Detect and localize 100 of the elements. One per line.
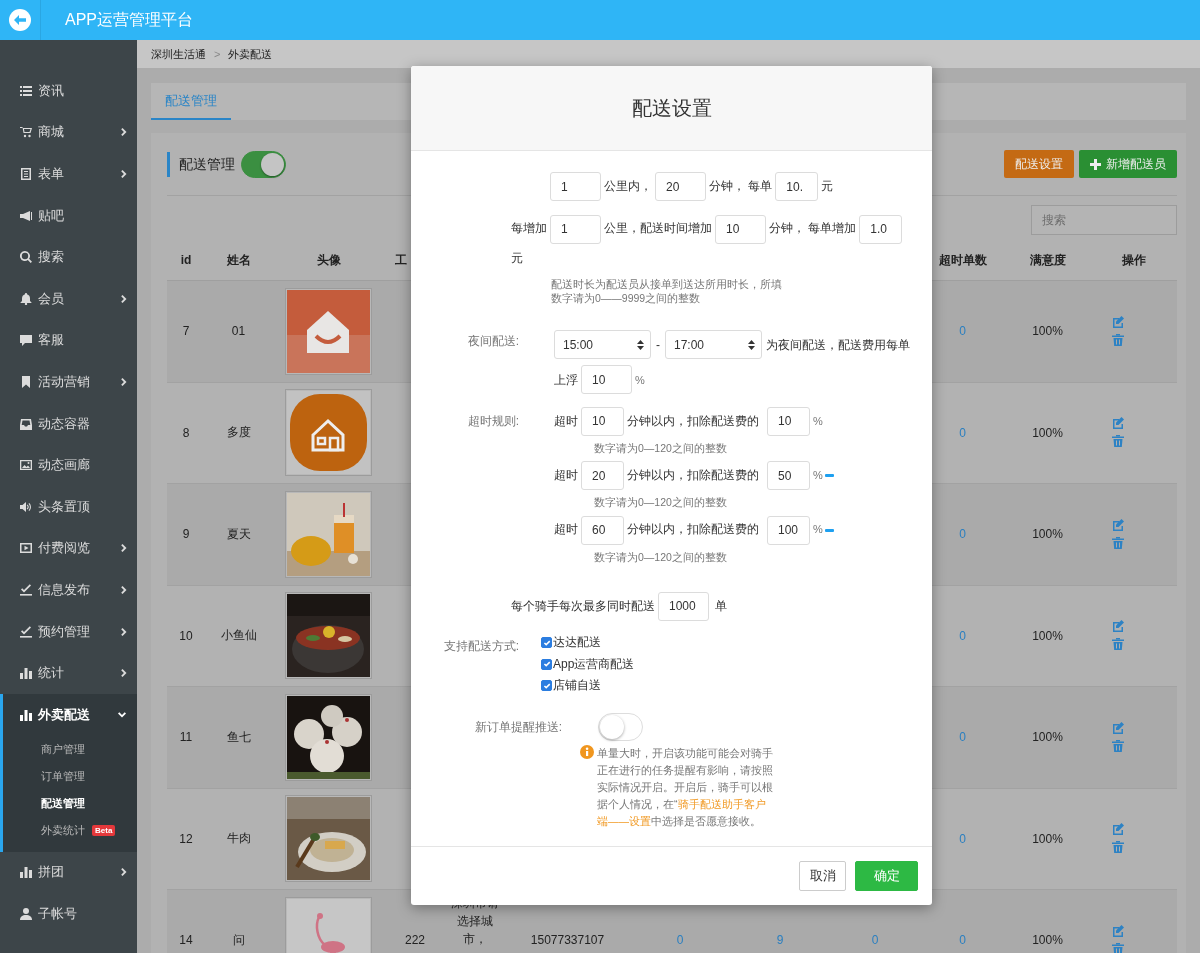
bar-chart-icon <box>20 708 32 721</box>
trash-icon[interactable] <box>1112 739 1124 753</box>
sidebar-item[interactable]: 付费阅览 <box>0 527 137 570</box>
image-icon <box>20 459 32 472</box>
sidebar-item[interactable]: 外卖配送 <box>3 693 137 736</box>
table-cell-text: 9 <box>181 527 191 542</box>
hint-text: 数字请为0—120之间的整数 <box>594 549 728 564</box>
column-header: 头像 <box>315 251 342 269</box>
checkbox[interactable] <box>541 637 552 649</box>
table-cell-text: 0 <box>675 933 685 948</box>
form-text: 每个骑手每次最多同时配送 <box>511 598 655 613</box>
settings-button[interactable]: 配送设置 <box>1004 150 1074 178</box>
trash-icon[interactable] <box>1112 841 1124 855</box>
hint-text: 数字请为0—120之间的整数 <box>594 440 728 455</box>
column-header: 姓名 <box>225 251 252 269</box>
sidebar-item[interactable]: 头条置顶 <box>0 485 137 528</box>
number-field[interactable]: 10 <box>581 406 624 436</box>
add-button[interactable]: 新增配送员 <box>1079 150 1177 178</box>
sidebar-subitem[interactable]: 外卖统计 Beta <box>3 816 137 844</box>
trash-icon[interactable] <box>1112 435 1124 449</box>
trash-icon[interactable] <box>1112 638 1124 652</box>
toggle-switch[interactable] <box>241 150 286 178</box>
minus-icon[interactable] <box>824 528 834 532</box>
number-field[interactable]: 10 <box>767 406 810 436</box>
sidebar-subitem[interactable]: 订单管理 <box>3 762 137 790</box>
check-icon <box>542 638 551 647</box>
sidebar-item[interactable]: 统计 <box>0 652 137 694</box>
notice-text: 单量大时，开启该功能可能会对骑手正在进行的任务提醒有影响，请按照实际情况开启。开启后，骑手可以根据个人情况，在“骑手配送助手客户端——设置中选择是否愿意接收。 <box>597 746 774 830</box>
table-cell-text: 牛肉 <box>225 830 252 848</box>
table-cell-text: 问 <box>231 931 246 949</box>
form-label: 支持配送方式: <box>442 637 519 655</box>
bar-chart-icon <box>20 667 32 680</box>
minus-icon[interactable] <box>824 474 834 478</box>
number-field[interactable]: 1 <box>550 214 601 244</box>
number-field[interactable]: 20 <box>655 172 706 202</box>
sidebar-item[interactable]: 资讯 <box>0 70 137 112</box>
form-text: 公里，配送时间增加 <box>604 221 712 236</box>
number-field[interactable]: 1.0 <box>859 214 903 244</box>
number-field[interactable]: 10 <box>581 365 632 395</box>
table-cell-text: 01 <box>230 324 247 339</box>
edit-icon[interactable] <box>1112 417 1124 430</box>
checkbox[interactable] <box>541 680 552 692</box>
edit-icon[interactable] <box>1112 620 1124 633</box>
edit-icon[interactable] <box>1112 315 1124 328</box>
number-field[interactable]: 1 <box>550 172 601 202</box>
form-text: 单 <box>715 598 727 613</box>
sidebar-item[interactable]: 信息发布 <box>0 569 137 611</box>
sidebar-item[interactable]: 动态画廊 <box>0 444 137 486</box>
edit-icon[interactable] <box>1112 518 1124 531</box>
sidebar-item[interactable]: 预约管理 <box>0 610 137 653</box>
checkbox[interactable] <box>541 658 552 670</box>
sidebar-item[interactable]: 客服 <box>0 319 137 362</box>
table-cell-text: 222 <box>404 933 426 948</box>
panel-title: 配送管理 <box>167 151 235 177</box>
time-select[interactable]: 15:00 <box>554 330 651 360</box>
hint-text: 配送时长为配送员从接单到送达所用时长，所填数字请为0——9999之间的整数 <box>551 277 783 305</box>
sidebar-item[interactable]: 贴吧 <box>0 194 137 237</box>
trash-icon[interactable] <box>1112 942 1124 953</box>
edit-icon[interactable] <box>1112 823 1124 836</box>
sidebar-subitem[interactable]: 配送管理 <box>3 789 137 817</box>
trash-icon[interactable] <box>1112 536 1124 550</box>
app-title: APP运营管理平台 <box>65 9 193 30</box>
search-icon <box>20 251 32 264</box>
table-cell-text: 11 <box>178 730 194 745</box>
sidebar-item[interactable]: 子帐号 <box>0 893 137 935</box>
sidebar-item[interactable]: 商城 <box>0 111 137 154</box>
breadcrumb-link[interactable]: 深圳生活通 <box>151 46 206 62</box>
breadcrumb-separator: > <box>214 48 221 60</box>
number-field[interactable]: 100 <box>767 515 810 545</box>
number-field[interactable]: 60 <box>581 515 624 545</box>
form-text: 分钟， 每单 <box>709 179 773 194</box>
speaker-icon <box>20 500 32 513</box>
checkbox-label: 店铺自送 <box>553 677 601 695</box>
number-field[interactable]: 20 <box>581 461 624 491</box>
number-field[interactable]: 50 <box>767 461 810 491</box>
table-cell-text: 100% <box>1031 324 1064 339</box>
check-icon <box>20 583 32 596</box>
sidebar-item[interactable]: 活动营销 <box>0 361 137 403</box>
chat-icon <box>20 334 32 347</box>
form-text: % <box>813 523 823 536</box>
trash-icon[interactable] <box>1112 333 1124 347</box>
form-text: 分钟， 每单增加 <box>769 221 857 236</box>
sidebar-item[interactable]: 动态容器 <box>0 402 137 445</box>
cancel-button[interactable]: 取消 <box>799 861 846 891</box>
sidebar-item[interactable]: 搜索 <box>0 236 137 278</box>
table-cell-text: 小鱼仙 <box>219 627 258 645</box>
table-cell-text: 0 <box>870 933 880 948</box>
edit-icon[interactable] <box>1112 924 1124 937</box>
number-field[interactable]: 1000 <box>658 591 709 621</box>
time-select[interactable]: 17:00 <box>665 330 762 360</box>
sidebar-item[interactable]: 拼团 <box>0 851 137 894</box>
number-field[interactable]: 10. <box>775 172 819 202</box>
table-cell-text: 15077337107 <box>529 933 606 948</box>
edit-icon[interactable] <box>1112 721 1124 734</box>
number-field[interactable]: 10 <box>715 214 766 244</box>
search-field[interactable]: 搜索 <box>1031 205 1177 235</box>
sidebar-item[interactable]: 会员 <box>0 277 137 320</box>
sidebar-subitem[interactable]: 商户管理 <box>3 735 137 763</box>
megaphone-icon <box>20 209 32 222</box>
sidebar-item[interactable]: 表单 <box>0 153 137 195</box>
